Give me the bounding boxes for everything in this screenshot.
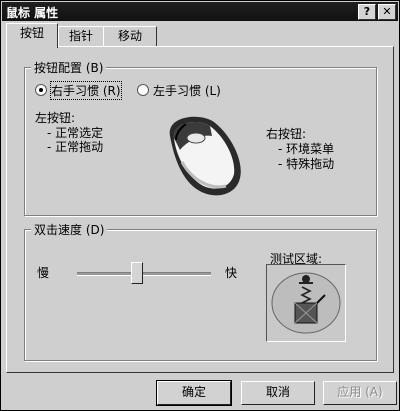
right-handed-radio[interactable]: [35, 84, 47, 96]
cancel-button[interactable]: 取消: [241, 381, 315, 405]
left-handed-label[interactable]: 左手习惯 (L): [153, 82, 221, 99]
tab-motion-label: 移动: [117, 29, 142, 43]
left-handed-radio[interactable]: [137, 84, 149, 96]
button-config-group: 按钮配置 (B) 右手习惯 (R) 左手习惯 (L) 左按钮: - 正常选定 -…: [24, 59, 377, 216]
title-bar: 鼠标 属性 ? ✕: [2, 2, 398, 21]
right-handed-label[interactable]: 右手习惯 (R): [50, 81, 122, 100]
mouse-properties-dialog: 鼠标 属性 ? ✕ 按钮 指针 移动 按钮配置 (B) 右手习惯 (R) 左手习…: [0, 0, 400, 411]
apply-button[interactable]: 应用 (A): [323, 381, 397, 405]
button-config-label: 按钮配置 (B): [31, 59, 107, 76]
ok-button[interactable]: 确定: [157, 381, 231, 405]
right-button-item: - 特殊拖动: [278, 157, 335, 171]
speed-slider-track[interactable]: [77, 272, 211, 276]
jack-in-the-box-icon: [271, 272, 341, 334]
fast-label: 快: [225, 266, 238, 280]
tab-pointers[interactable]: 指针: [58, 26, 104, 48]
speed-slider-thumb[interactable]: [131, 262, 144, 284]
window-title: 鼠标 属性: [6, 6, 59, 20]
left-button-item: - 正常拖动: [47, 140, 104, 154]
test-area[interactable]: [266, 264, 346, 342]
tab-buttons-label: 按钮: [19, 26, 44, 40]
help-button[interactable]: ?: [358, 4, 376, 20]
tab-motion[interactable]: 移动: [103, 26, 157, 48]
mouse-illustration: [169, 116, 241, 196]
radio-selected-dot: [39, 88, 43, 92]
slow-label: 慢: [37, 266, 50, 280]
double-click-label: 双击速度 (D): [31, 221, 108, 238]
close-button[interactable]: ✕: [378, 4, 396, 20]
tab-pointers-label: 指针: [68, 29, 93, 43]
tab-buttons[interactable]: 按钮: [6, 23, 58, 48]
